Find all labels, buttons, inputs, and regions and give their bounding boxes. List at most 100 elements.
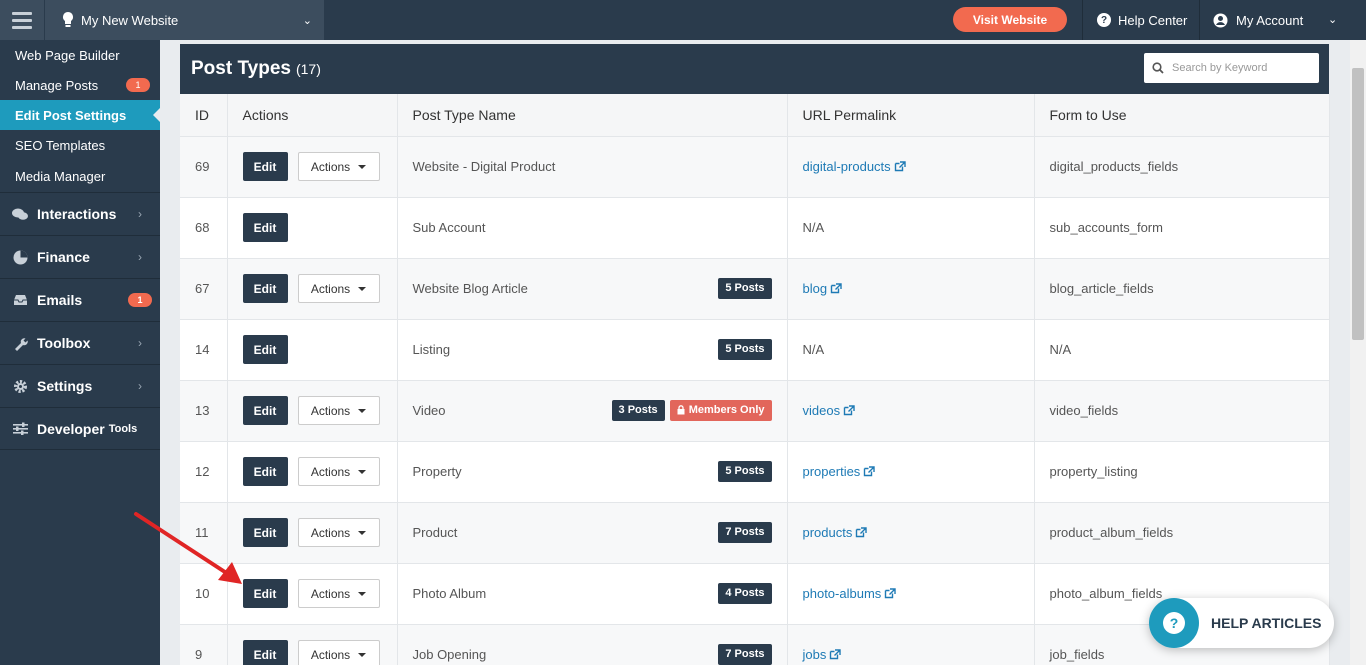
sidebar-item-manage-posts[interactable]: Manage Posts 1 [0,70,160,100]
post-type-name: Property [412,463,462,479]
actions-dropdown[interactable]: Actions [297,274,380,303]
permalink-link[interactable]: digital-products [803,159,906,174]
permalink-link[interactable]: videos [803,403,856,418]
chevron-right-icon: › [138,379,142,393]
edit-button[interactable]: Edit [242,213,288,242]
sidebar-item-label: SEO Templates [15,137,106,153]
actions-dropdown[interactable]: Actions [297,640,380,665]
post-count-badge[interactable]: 7 Posts [718,643,772,665]
external-link-icon [830,649,842,660]
permalink-cell: digital-products [787,136,1035,198]
actions-label: Actions [310,403,351,418]
chevron-down-icon[interactable]: ⌄ [1328,13,1337,26]
actions-cell: Edit [227,197,398,259]
post-type-name-cell: Product 7 Posts [397,502,788,564]
actions-cell: Edit Actions [227,563,398,625]
permalink-link[interactable]: jobs [803,647,842,662]
sidebar-item-toolbox[interactable]: Toolbox › [0,321,160,364]
column-header-form-to-use[interactable]: Form to Use [1034,94,1330,137]
permalink-link[interactable]: blog [803,281,843,296]
table-row: 68 Edit Sub Account N/A sub_accounts_for… [180,197,1330,259]
post-type-id: 67 [180,258,228,320]
sidebar-item-settings[interactable]: Settings › [0,364,160,407]
permalink-text: N/A [802,342,825,357]
post-count-badge[interactable]: 5 Posts [718,338,772,360]
edit-button[interactable]: Edit [242,274,288,303]
edit-button[interactable]: Edit [242,457,288,486]
visit-website-button[interactable]: Visit Website [953,7,1067,32]
my-account-menu[interactable]: My Account [1213,0,1303,40]
actions-cell: Edit Actions [227,624,398,665]
post-count-badge[interactable]: 5 Posts [718,277,772,299]
permalink-text: digital-products [802,159,891,174]
actions-dropdown[interactable]: Actions [297,396,380,425]
website-selector[interactable]: My New Website ⌄ [44,0,324,40]
edit-button[interactable]: Edit [242,640,288,665]
notification-badge: 1 [126,78,150,92]
sidebar-item-edit-post-settings[interactable]: Edit Post Settings [0,100,160,130]
help-articles-icon: ? [1149,598,1199,648]
sidebar-item-label: Emails [37,292,83,308]
tags: 5 Posts [718,277,772,299]
help-articles-button[interactable]: ? HELP ARTICLES [1149,598,1334,648]
sidebar-item-interactions[interactable]: Interactions › [0,192,160,235]
help-center-label: Help Center [1118,12,1188,28]
post-type-name-cell: Photo Album 4 Posts [397,563,788,625]
search-box [1144,53,1319,83]
my-account-label: My Account [1236,12,1304,28]
tags: 3 Posts Members Only [611,399,772,421]
actions-dropdown[interactable]: Actions [297,579,380,608]
hamburger-menu-icon[interactable] [0,0,44,40]
search-input[interactable] [1172,62,1312,74]
permalink-text: videos [802,403,841,418]
form-to-use: sub_accounts_form [1034,197,1330,259]
permalink-cell: N/A [787,197,1035,259]
post-type-id: 12 [180,441,228,503]
post-count-badge[interactable]: 5 Posts [718,460,772,482]
scrollbar-thumb[interactable] [1352,68,1364,340]
sidebar-item-emails[interactable]: Emails 1 [0,278,160,321]
edit-button[interactable]: Edit [242,152,288,181]
post-count-badge[interactable]: 3 Posts [611,399,665,421]
permalink-link[interactable]: photo-albums [803,586,897,601]
column-header-post-type-name[interactable]: Post Type Name [397,94,788,137]
table-row: 14 Edit Listing 5 Posts N/A N/A [180,319,1330,381]
permalink-link[interactable]: properties [803,464,876,479]
permalink-link[interactable]: products [803,525,868,540]
permalink-text: properties [802,464,861,479]
divider [1082,0,1083,40]
tags: 4 Posts [718,582,772,604]
question-circle-icon: ? [1097,13,1111,27]
panel-header: Post Types (17) [180,44,1329,94]
edit-button[interactable]: Edit [242,396,288,425]
sidebar-item-web-page-builder[interactable]: Web Page Builder [0,40,160,70]
permalink-cell: blog [787,258,1035,320]
help-center-link[interactable]: ? Help Center [1097,0,1187,40]
actions-cell: Edit Actions [227,441,398,503]
post-count-badge[interactable]: 4 Posts [718,582,772,604]
sidebar-item-developer-tools[interactable]: Developer Tools [0,407,160,450]
permalink-text: N/A [802,220,825,235]
post-type-name-cell: Video 3 Posts Members Only [397,380,788,442]
sidebar-item-seo-templates[interactable]: SEO Templates [0,130,160,160]
chevron-right-icon: › [138,207,142,221]
column-header-url-permalink[interactable]: URL Permalink [787,94,1035,137]
actions-label: Actions [310,586,351,601]
actions-dropdown[interactable]: Actions [297,152,380,181]
website-name: My New Website [81,12,179,28]
chevron-right-icon: › [138,250,142,264]
permalink-cell: properties [787,441,1035,503]
column-header-id[interactable]: ID [180,94,228,137]
form-to-use: digital_products_fields [1034,136,1330,198]
post-type-name-cell: Property 5 Posts [397,441,788,503]
sidebar-item-media-manager[interactable]: Media Manager [0,160,160,192]
lightbulb-icon [63,12,73,27]
table-header-row: ID Actions Post Type Name URL Permalink … [180,94,1330,137]
sidebar-item-label: Interactions [37,206,117,222]
actions-dropdown[interactable]: Actions [297,518,380,547]
edit-button[interactable]: Edit [242,335,288,364]
sidebar-item-finance[interactable]: Finance › [0,235,160,278]
actions-dropdown[interactable]: Actions [297,457,380,486]
post-count-badge[interactable]: 7 Posts [718,521,772,543]
post-type-name-cell: Website - Digital Product [397,136,788,198]
